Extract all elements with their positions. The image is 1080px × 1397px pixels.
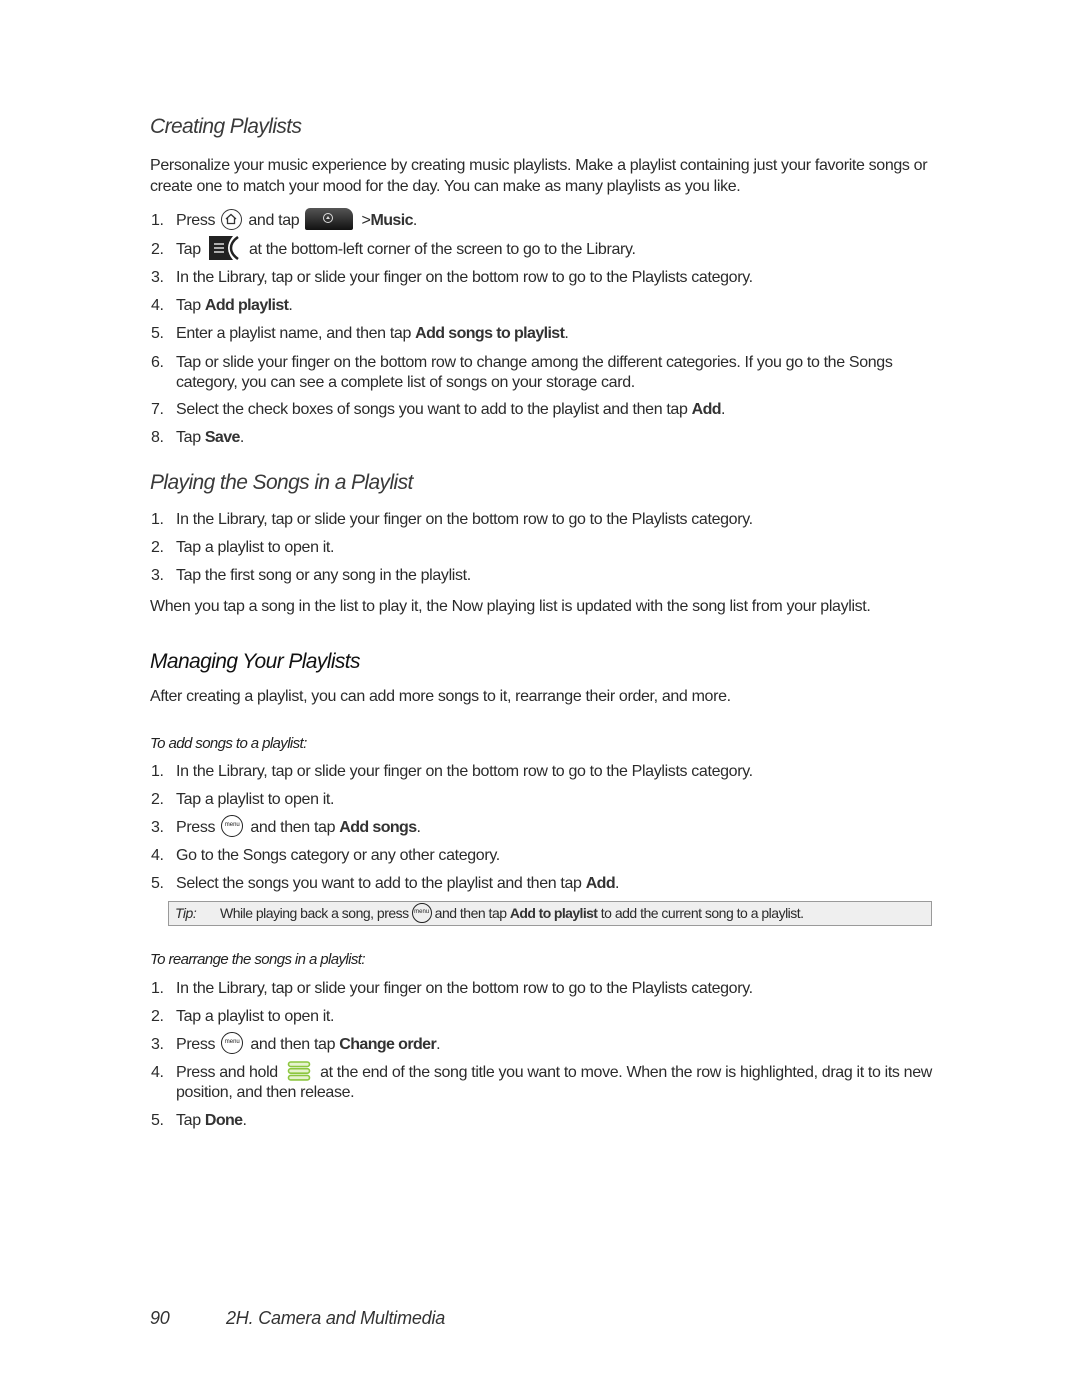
- managing-intro: After creating a playlist, you can add m…: [150, 688, 731, 705]
- tip-box: Tip: While playing back a song, press me…: [168, 901, 932, 926]
- step-number: 3.: [151, 269, 164, 286]
- creating-step-7: 7. Select the check boxes of songs you w…: [151, 401, 726, 418]
- menu-icon: menu: [411, 903, 432, 923]
- step-number: 5.: [151, 1112, 164, 1129]
- page-number: 90: [150, 1308, 170, 1328]
- section-title-managing-playlists: Managing Your Playlists: [150, 650, 361, 673]
- step-number: 8.: [151, 429, 164, 446]
- launcher-tab-icon: [305, 207, 354, 230]
- chapter-title: 2H. Camera and Multimedia: [226, 1308, 446, 1328]
- step-number: 7.: [151, 401, 164, 418]
- add-songs-step-3: 3. Press menu and then tap Add songs.: [150, 815, 950, 838]
- rearrange-step-1: 1. In the Library, tap or slide your fin…: [151, 980, 753, 997]
- step-number: 1.: [151, 763, 164, 780]
- rearrange-step-2: 2. Tap a playlist to open it.: [151, 1008, 335, 1025]
- creating-step-1: 1. Press and tap >Music.: [150, 207, 950, 231]
- creating-step-8: 8. Tap Save.: [151, 429, 244, 446]
- playing-step-2: 2. Tap a playlist to open it.: [151, 539, 335, 556]
- home-icon: [221, 208, 243, 230]
- add-songs-step-2: 2. Tap a playlist to open it.: [151, 791, 335, 808]
- step-number: 4.: [151, 297, 164, 314]
- creating-step-5: 5. Enter a playlist name, and then tap A…: [151, 325, 569, 342]
- step-number: 3.: [151, 567, 164, 584]
- step-number: 6.: [151, 354, 164, 371]
- subsection-title-rearrange: To rearrange the songs in a playlist:: [150, 951, 365, 968]
- drag-handle-icon: [287, 1060, 311, 1082]
- creating-step-2: 2. Tap at the bottom-left corner of the …: [150, 235, 950, 261]
- add-songs-step-4: 4. Go to the Songs category or any other…: [151, 847, 500, 864]
- menu-icon: menu: [221, 1032, 244, 1055]
- creating-step-6: 6. Tap or slide your finger on the botto…: [151, 354, 893, 391]
- step-number: 2.: [151, 539, 164, 556]
- rearrange-step-4: 4. Press and hold at the end of the song…: [150, 1060, 950, 1103]
- playing-step-3: 3. Tap the first song or any song in the…: [151, 567, 471, 584]
- playing-note: When you tap a song in the list to play …: [150, 598, 871, 615]
- step-number: 1.: [151, 212, 164, 229]
- rearrange-step-3: 3. Press menu and then tap Change order.: [150, 1032, 950, 1055]
- section-title-creating-playlists: Creating Playlists: [150, 115, 302, 138]
- step-number: 5.: [151, 875, 164, 892]
- step-number: 5.: [151, 325, 164, 342]
- step-number: 1.: [151, 511, 164, 528]
- library-icon: [208, 235, 239, 261]
- step-number: 4.: [151, 847, 164, 864]
- section-title-playing-songs: Playing the Songs in a Playlist: [150, 471, 413, 494]
- menu-icon: menu: [221, 815, 244, 838]
- add-songs-step-1: 1. In the Library, tap or slide your fin…: [151, 763, 753, 780]
- tip-label: Tip:: [175, 905, 197, 921]
- creating-step-4: 4. Tap Add playlist.: [151, 297, 293, 314]
- step-number: 4.: [151, 1064, 164, 1081]
- step-number: 3.: [151, 1036, 164, 1053]
- subsection-title-add-songs: To add songs to a playlist:: [150, 735, 307, 752]
- step-number: 1.: [151, 980, 164, 997]
- step-number: 3.: [151, 819, 164, 836]
- creating-step-3: 3. In the Library, tap or slide your fin…: [151, 269, 753, 286]
- add-songs-step-5: 5. Select the songs you want to add to t…: [151, 875, 620, 892]
- step-number: 2.: [151, 791, 164, 808]
- playing-step-1: 1. In the Library, tap or slide your fin…: [151, 511, 753, 528]
- creating-intro: Personalize your music experience by cre…: [150, 157, 928, 195]
- step-number: 2.: [151, 241, 164, 258]
- step-number: 2.: [151, 1008, 164, 1025]
- rearrange-step-5: 5. Tap Done.: [151, 1112, 247, 1129]
